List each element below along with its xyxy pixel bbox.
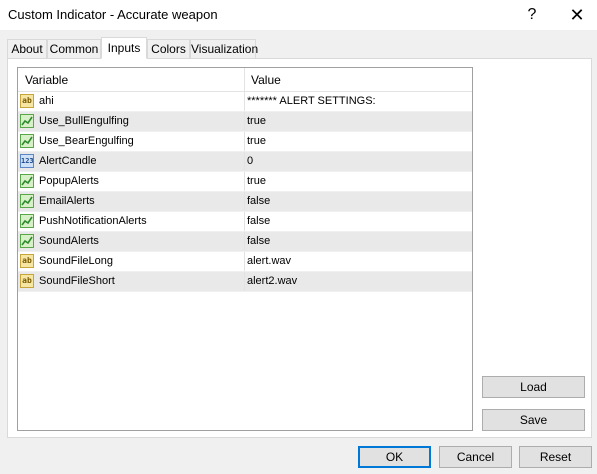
bool-icon: [20, 214, 34, 228]
bool-icon: [20, 234, 34, 248]
bool-icon: [20, 194, 34, 208]
bool-icon: [20, 134, 34, 148]
string-icon: ab: [20, 254, 34, 268]
variable-column-header[interactable]: Variable: [25, 68, 68, 92]
variable-name: PopupAlerts: [39, 175, 99, 187]
cell-divider: [244, 272, 245, 291]
variable-value[interactable]: ******* ALERT SETTINGS:: [247, 92, 376, 111]
variable-name: PushNotificationAlerts: [39, 215, 147, 227]
save-button[interactable]: Save: [482, 409, 585, 431]
table-row[interactable]: SoundAlerts false: [18, 232, 472, 252]
value-column-header[interactable]: Value: [251, 68, 281, 92]
int-icon: 123: [20, 154, 34, 168]
table-row[interactable]: ab SoundFileLong alert.wav: [18, 252, 472, 272]
table-row[interactable]: 123 AlertCandle 0: [18, 152, 472, 172]
bool-icon: [20, 114, 34, 128]
variable-value[interactable]: true: [247, 132, 266, 151]
variable-name: SoundFileLong: [39, 255, 114, 267]
variable-name: SoundFileShort: [39, 275, 115, 287]
variable-name: ahi: [39, 95, 54, 107]
string-icon: ab: [20, 274, 34, 288]
tab-inputs[interactable]: Inputs: [101, 37, 147, 59]
tab-about[interactable]: About: [7, 39, 47, 58]
variable-name: EmailAlerts: [39, 195, 95, 207]
cell-divider: [244, 112, 245, 131]
bool-icon: [20, 174, 34, 188]
cell-divider: [244, 232, 245, 251]
variable-value[interactable]: false: [247, 232, 270, 251]
variable-value[interactable]: false: [247, 192, 270, 211]
variable-value[interactable]: false: [247, 212, 270, 231]
column-divider[interactable]: [244, 68, 245, 92]
table-row[interactable]: ab ahi ******* ALERT SETTINGS:: [18, 92, 472, 112]
string-icon: ab: [20, 94, 34, 108]
variable-value[interactable]: 0: [247, 152, 253, 171]
variable-value[interactable]: true: [247, 172, 266, 191]
cell-divider: [244, 132, 245, 151]
variable-name: Use_BullEngulfing: [39, 115, 129, 127]
table-row[interactable]: PopupAlerts true: [18, 172, 472, 192]
table-row[interactable]: ab SoundFileShort alert2.wav: [18, 272, 472, 292]
cell-divider: [244, 92, 245, 111]
variable-value[interactable]: alert.wav: [247, 252, 291, 271]
variable-name: AlertCandle: [39, 155, 97, 167]
cell-divider: [244, 212, 245, 231]
cell-divider: [244, 152, 245, 171]
title-bar: Custom Indicator - Accurate weapon ? ✕: [0, 0, 597, 30]
variable-value[interactable]: true: [247, 112, 266, 131]
reset-button[interactable]: Reset: [519, 446, 592, 468]
table-row[interactable]: PushNotificationAlerts false: [18, 212, 472, 232]
window-title: Custom Indicator - Accurate weapon: [8, 7, 218, 22]
variable-value[interactable]: alert2.wav: [247, 272, 297, 291]
grid-rows: ab ahi ******* ALERT SETTINGS: Use_BullEngu…: [18, 92, 472, 292]
help-icon[interactable]: ?: [510, 0, 554, 30]
ok-button[interactable]: OK: [358, 446, 431, 468]
table-row[interactable]: EmailAlerts false: [18, 192, 472, 212]
tab-visualization[interactable]: Visualization: [190, 39, 258, 58]
grid-header: Variable Value: [18, 68, 472, 92]
cancel-button[interactable]: Cancel: [439, 446, 512, 468]
table-row[interactable]: Use_BearEngulfing true: [18, 132, 472, 152]
variable-name: Use_BearEngulfing: [39, 135, 134, 147]
cell-divider: [244, 172, 245, 191]
variable-name: SoundAlerts: [39, 235, 99, 247]
load-button[interactable]: Load: [482, 376, 585, 398]
inputs-grid[interactable]: Variable Value ab ahi ******* ALERT SETTIN…: [17, 67, 473, 431]
tab-common[interactable]: Common: [47, 39, 101, 58]
cell-divider: [244, 252, 245, 271]
table-row[interactable]: Use_BullEngulfing true: [18, 112, 472, 132]
tab-colors[interactable]: Colors: [147, 39, 190, 58]
close-icon[interactable]: ✕: [555, 0, 597, 30]
cell-divider: [244, 192, 245, 211]
